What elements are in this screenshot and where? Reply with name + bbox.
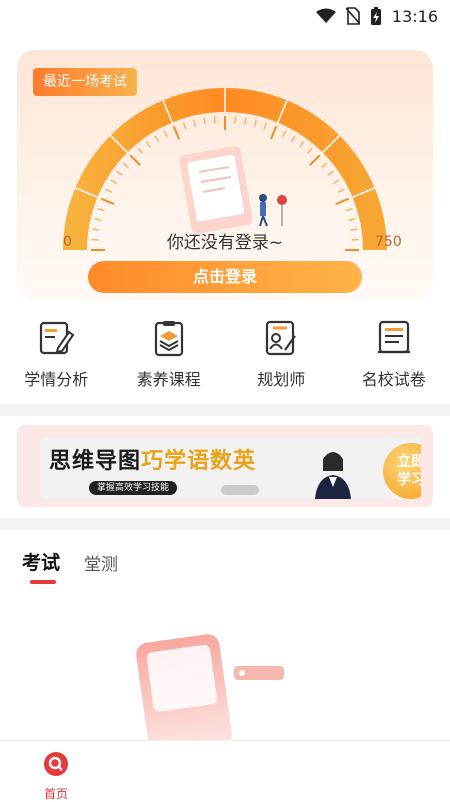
bottom-navigation: 首页 <box>0 740 450 801</box>
quick-link-label: 规划师 <box>257 366 305 390</box>
clock: 13:16 <box>392 7 438 26</box>
gauge-tick <box>214 116 215 123</box>
quick-links: 学情分析 素养课程 规划师 名校试卷 <box>0 318 450 398</box>
phone-illustration <box>179 145 287 235</box>
recent-exam-badge: 最近一场考试 <box>33 68 137 96</box>
gauge-tick <box>138 148 143 153</box>
gauge-tick <box>346 209 353 211</box>
quick-link-label: 名校试卷 <box>362 366 426 390</box>
gauge-tick <box>194 120 196 127</box>
quick-link-label: 素养课程 <box>137 366 201 390</box>
analysis-doc-icon <box>36 318 76 358</box>
login-button[interactable]: 点击登录 <box>88 261 362 293</box>
quick-link-analysis[interactable]: 学情分析 <box>0 318 113 398</box>
quick-link-planner[interactable]: 规划师 <box>225 318 338 398</box>
layers-clipboard-icon <box>149 318 189 358</box>
gauge-tick <box>338 189 344 192</box>
empty-state-illustration <box>130 630 300 750</box>
gauge-tick <box>328 171 334 175</box>
banner-subtitle: 掌握高效学习技能 <box>89 481 177 495</box>
banner-title: 思维导图巧学语数英 <box>49 443 256 475</box>
gauge-tick <box>333 180 339 184</box>
gauge-tick <box>235 116 236 123</box>
paper-scroll-icon <box>374 318 414 358</box>
no-sim-icon <box>346 7 360 25</box>
gauge-tick <box>322 163 327 168</box>
gauge-tick <box>204 118 205 125</box>
battery-charging-icon <box>370 6 382 26</box>
gauge-tick <box>111 180 117 184</box>
gauge-tick <box>164 131 167 137</box>
promo-banner[interactable]: 思维导图巧学语数英 掌握高效学习技能 立即 学习 <box>41 437 421 499</box>
gauge-tick <box>264 123 266 130</box>
gauge-tick <box>101 199 114 204</box>
tab-class-test[interactable]: 堂测 <box>84 550 118 575</box>
gauge-tick <box>146 142 150 148</box>
gauge-tick <box>155 136 159 142</box>
nav-home[interactable]: 首页 <box>34 751 78 802</box>
study-now-button[interactable]: 立即 学习 <box>383 443 421 499</box>
quick-link-course[interactable]: 素养课程 <box>113 318 226 398</box>
gauge-tick <box>255 120 257 127</box>
wifi-icon <box>316 8 336 24</box>
active-tab-indicator <box>30 580 56 584</box>
gauge-tick <box>98 209 105 211</box>
gauge-tick <box>95 219 102 221</box>
gauge-tick <box>283 131 286 137</box>
gauge-tick <box>184 123 186 130</box>
exam-card: 最近一场考试 0 750 你还没有登录~ 点击登录 <box>17 50 433 300</box>
exam-tabs: 考试 堂测 <box>22 548 118 575</box>
not-logged-in-text: 你还没有登录~ <box>17 228 433 253</box>
gauge-tick <box>291 136 295 142</box>
gauge-tick <box>123 163 128 168</box>
gauge-tick <box>310 155 320 165</box>
gauge-tick <box>245 118 246 125</box>
gauge-tick <box>117 171 123 175</box>
presenter-image <box>303 447 363 499</box>
home-search-icon <box>43 751 69 777</box>
gauge-tick <box>271 126 276 139</box>
gauge-tick <box>106 189 112 192</box>
section-divider <box>0 404 450 416</box>
status-bar: 13:16 <box>0 0 450 32</box>
gauge-tick <box>174 126 179 139</box>
promo-banner-container: 思维导图巧学语数英 掌握高效学习技能 立即 学习 <box>17 425 433 507</box>
gauge-tick <box>130 155 140 165</box>
banner-title-part2: 巧学语数英 <box>141 449 256 474</box>
gauge-tick <box>300 142 304 148</box>
gauge-tick <box>336 199 349 204</box>
gauge-tick <box>348 219 355 221</box>
banner-pager <box>221 485 259 495</box>
banner-title-part1: 思维导图 <box>49 449 141 474</box>
tab-exam[interactable]: 考试 <box>22 548 60 575</box>
quick-link-label: 学情分析 <box>24 366 88 390</box>
nav-home-label: 首页 <box>34 785 78 802</box>
section-divider <box>0 518 450 530</box>
quick-link-papers[interactable]: 名校试卷 <box>338 318 450 398</box>
gauge-tick <box>307 148 312 153</box>
planner-icon <box>261 318 301 358</box>
